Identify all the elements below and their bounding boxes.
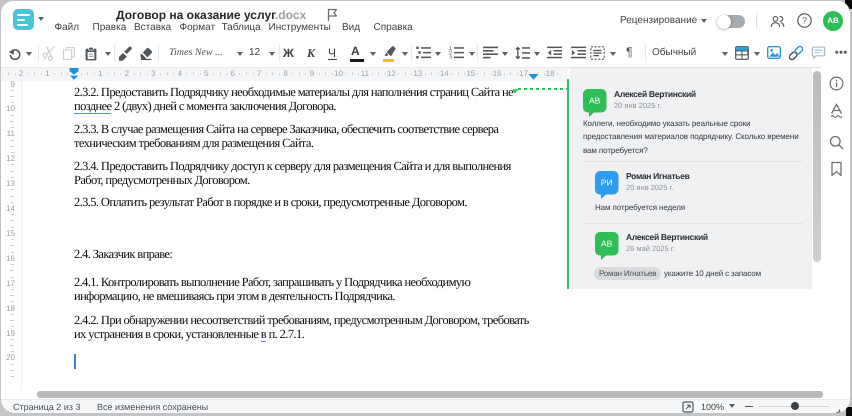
svg-text:?: ? bbox=[802, 16, 807, 26]
svg-text:3: 3 bbox=[449, 55, 452, 59]
svg-text:РИ: РИ bbox=[601, 178, 613, 188]
svg-text:АВ: АВ bbox=[589, 96, 601, 106]
svg-text:АВ: АВ bbox=[601, 239, 613, 249]
